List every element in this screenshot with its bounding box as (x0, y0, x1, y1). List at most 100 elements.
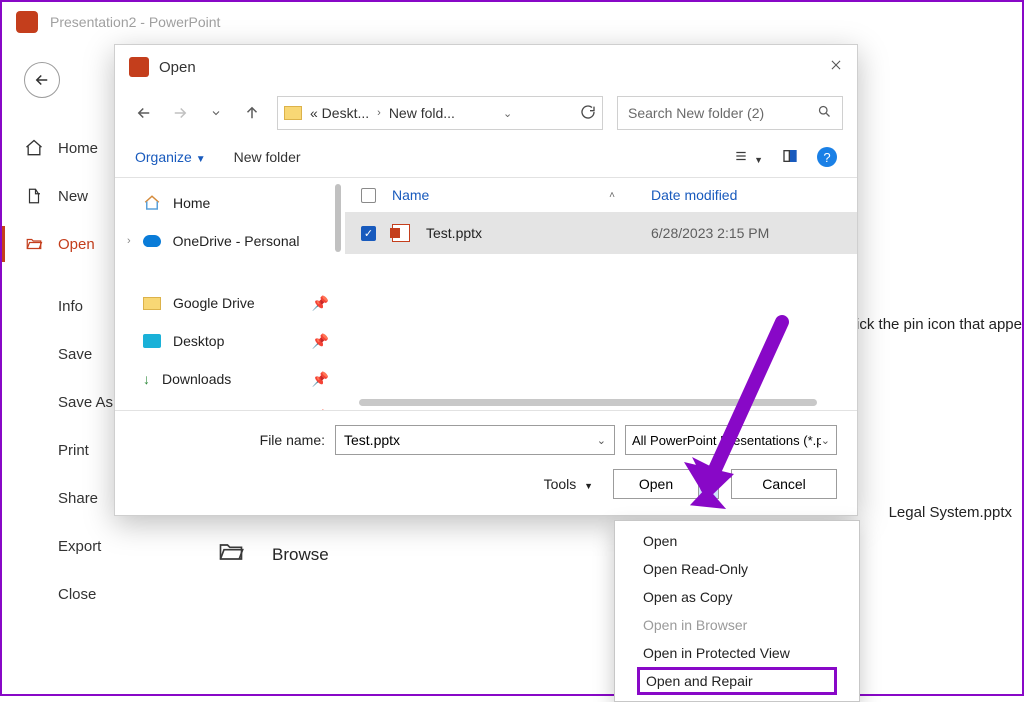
nav-label: Close (58, 586, 96, 603)
nav-label: Info (58, 298, 83, 315)
navpane-label: Downloads (162, 371, 231, 387)
menu-item-open-and-repair[interactable]: Open and Repair (637, 667, 837, 695)
file-date: 6/28/2023 2:15 PM (651, 225, 841, 241)
column-date[interactable]: Date modified (651, 187, 841, 203)
file-row[interactable]: ✓ Test.pptx 6/28/2023 2:15 PM (345, 212, 857, 254)
nav-export[interactable]: Export (24, 522, 172, 570)
refresh-button[interactable] (580, 104, 596, 123)
powerpoint-logo-icon (129, 57, 149, 77)
pin-icon[interactable]: 📌 (312, 295, 329, 312)
dialog-toolbar: Organize ▼ New folder ▼ ? (115, 137, 857, 177)
file-list-pane: Name ˄ Date modified ✓ Test.pptx 6/28/20… (345, 178, 857, 410)
chevron-down-icon: ▼ (584, 481, 593, 491)
nav-label: Export (58, 538, 101, 555)
folder-open-icon (214, 538, 248, 571)
menu-item-open-as-copy[interactable]: Open as Copy (615, 583, 859, 611)
pin-hint-text: Click the pin icon that appe (842, 316, 1022, 333)
organize-menu[interactable]: Organize ▼ (135, 149, 206, 165)
navpane-item-downloads[interactable]: ↓ Downloads 📌 (115, 360, 345, 398)
help-button[interactable]: ? (817, 147, 837, 167)
nav-label: Share (58, 490, 98, 507)
navpane-label: Articles (173, 409, 219, 410)
file-name: Test.pptx (426, 225, 635, 241)
recent-file[interactable]: Legal System.pptx (889, 504, 1012, 521)
window-title: Presentation2 - PowerPoint (50, 14, 220, 30)
nav-label: Home (58, 140, 98, 157)
chevron-right-icon: › (377, 107, 381, 119)
address-bar[interactable]: « Deskt... › New fold... ⌄ (277, 96, 603, 130)
desktop-icon (143, 334, 161, 348)
column-headers: Name ˄ Date modified (345, 178, 857, 212)
chevron-down-icon[interactable]: ⌄ (503, 107, 512, 120)
breadcrumb-part[interactable]: New fold... (389, 105, 455, 121)
sort-indicator-icon: ˄ (609, 190, 615, 201)
file-name-value: Test.pptx (344, 432, 400, 448)
file-list-scrollbar[interactable] (359, 399, 817, 406)
nav-up-button[interactable] (237, 98, 267, 128)
column-name[interactable]: Name (392, 187, 593, 203)
search-input[interactable]: Search New folder (2) (617, 96, 843, 130)
dialog-title: Open (159, 59, 196, 76)
open-split-button[interactable]: Open ▼ (613, 469, 719, 499)
navpane-item-desktop[interactable]: Desktop 📌 (115, 322, 345, 360)
browse-row[interactable]: Browse (214, 538, 329, 571)
nav-label: Open (58, 236, 95, 253)
navpane-label: Home (173, 195, 210, 211)
pin-icon[interactable]: 📌 (312, 333, 329, 350)
dialog-footer: File name: Test.pptx ⌄ All PowerPoint Pr… (115, 410, 857, 515)
navpane-label: Desktop (173, 333, 224, 349)
nav-label: Save As (58, 394, 113, 411)
search-placeholder: Search New folder (2) (628, 105, 764, 121)
browse-label: Browse (272, 545, 329, 565)
nav-label: Save (58, 346, 92, 363)
navpane-item-home[interactable]: Home (115, 184, 345, 222)
folder-icon (143, 297, 161, 310)
file-name-input[interactable]: Test.pptx ⌄ (335, 425, 615, 455)
nav-forward-button[interactable] (165, 98, 195, 128)
navpane-item-articles[interactable]: Articles 📌 (115, 398, 345, 410)
menu-item-open-read-only[interactable]: Open Read-Only (615, 555, 859, 583)
breadcrumb-part[interactable]: « Deskt... (310, 105, 369, 121)
select-all-checkbox[interactable] (361, 188, 376, 203)
navpane-item-onedrive[interactable]: › OneDrive - Personal (115, 222, 345, 260)
chevron-down-icon[interactable]: ⌄ (597, 434, 606, 447)
menu-item-open-in-browser: Open in Browser (615, 611, 859, 639)
chevron-right-icon[interactable]: › (127, 235, 131, 247)
file-checkbox[interactable]: ✓ (361, 226, 376, 241)
new-folder-button[interactable]: New folder (234, 149, 301, 165)
folder-icon (284, 106, 302, 120)
cloud-icon (143, 235, 161, 247)
file-name-label: File name: (135, 432, 325, 448)
menu-item-open-protected[interactable]: Open in Protected View (615, 639, 859, 667)
nav-close[interactable]: Close (24, 570, 172, 618)
back-button[interactable] (24, 62, 60, 98)
file-type-value: All PowerPoint Presentations (*.p (632, 433, 821, 448)
file-type-dropdown[interactable]: All PowerPoint Presentations (*.p ⌄ (625, 425, 837, 455)
view-menu[interactable]: ▼ (732, 149, 763, 166)
open-dropdown-button[interactable]: ▼ (698, 470, 718, 498)
preview-toggle[interactable] (781, 148, 799, 167)
nav-recent-dropdown[interactable] (201, 98, 231, 128)
tools-menu[interactable]: Tools ▼ (544, 476, 593, 492)
chevron-down-icon: ▼ (196, 154, 206, 165)
open-button-label: Open (614, 476, 698, 492)
open-options-menu: Open Open Read-Only Open as Copy Open in… (614, 520, 860, 702)
cancel-button[interactable]: Cancel (731, 469, 837, 499)
pin-icon[interactable]: 📌 (312, 409, 329, 411)
navpane-label: OneDrive - Personal (173, 233, 300, 249)
navpane-scrollbar[interactable] (335, 184, 341, 252)
dialog-nav-row: « Deskt... › New fold... ⌄ Search New fo… (115, 89, 857, 137)
pin-icon[interactable]: 📌 (312, 371, 329, 388)
home-icon (143, 194, 161, 212)
navpane-item-google-drive[interactable]: Google Drive 📌 (115, 284, 345, 322)
open-dialog: Open « Deskt... › New fold... ⌄ Search N… (114, 44, 858, 516)
navpane-label: Google Drive (173, 295, 255, 311)
close-button[interactable] (829, 58, 843, 77)
nav-back-button[interactable] (129, 98, 159, 128)
download-icon: ↓ (143, 371, 150, 387)
search-icon (817, 104, 832, 122)
menu-item-open[interactable]: Open (615, 527, 859, 555)
powerpoint-logo-icon (16, 11, 38, 33)
pptx-icon (392, 224, 410, 242)
titlebar: Presentation2 - PowerPoint (2, 2, 1022, 42)
